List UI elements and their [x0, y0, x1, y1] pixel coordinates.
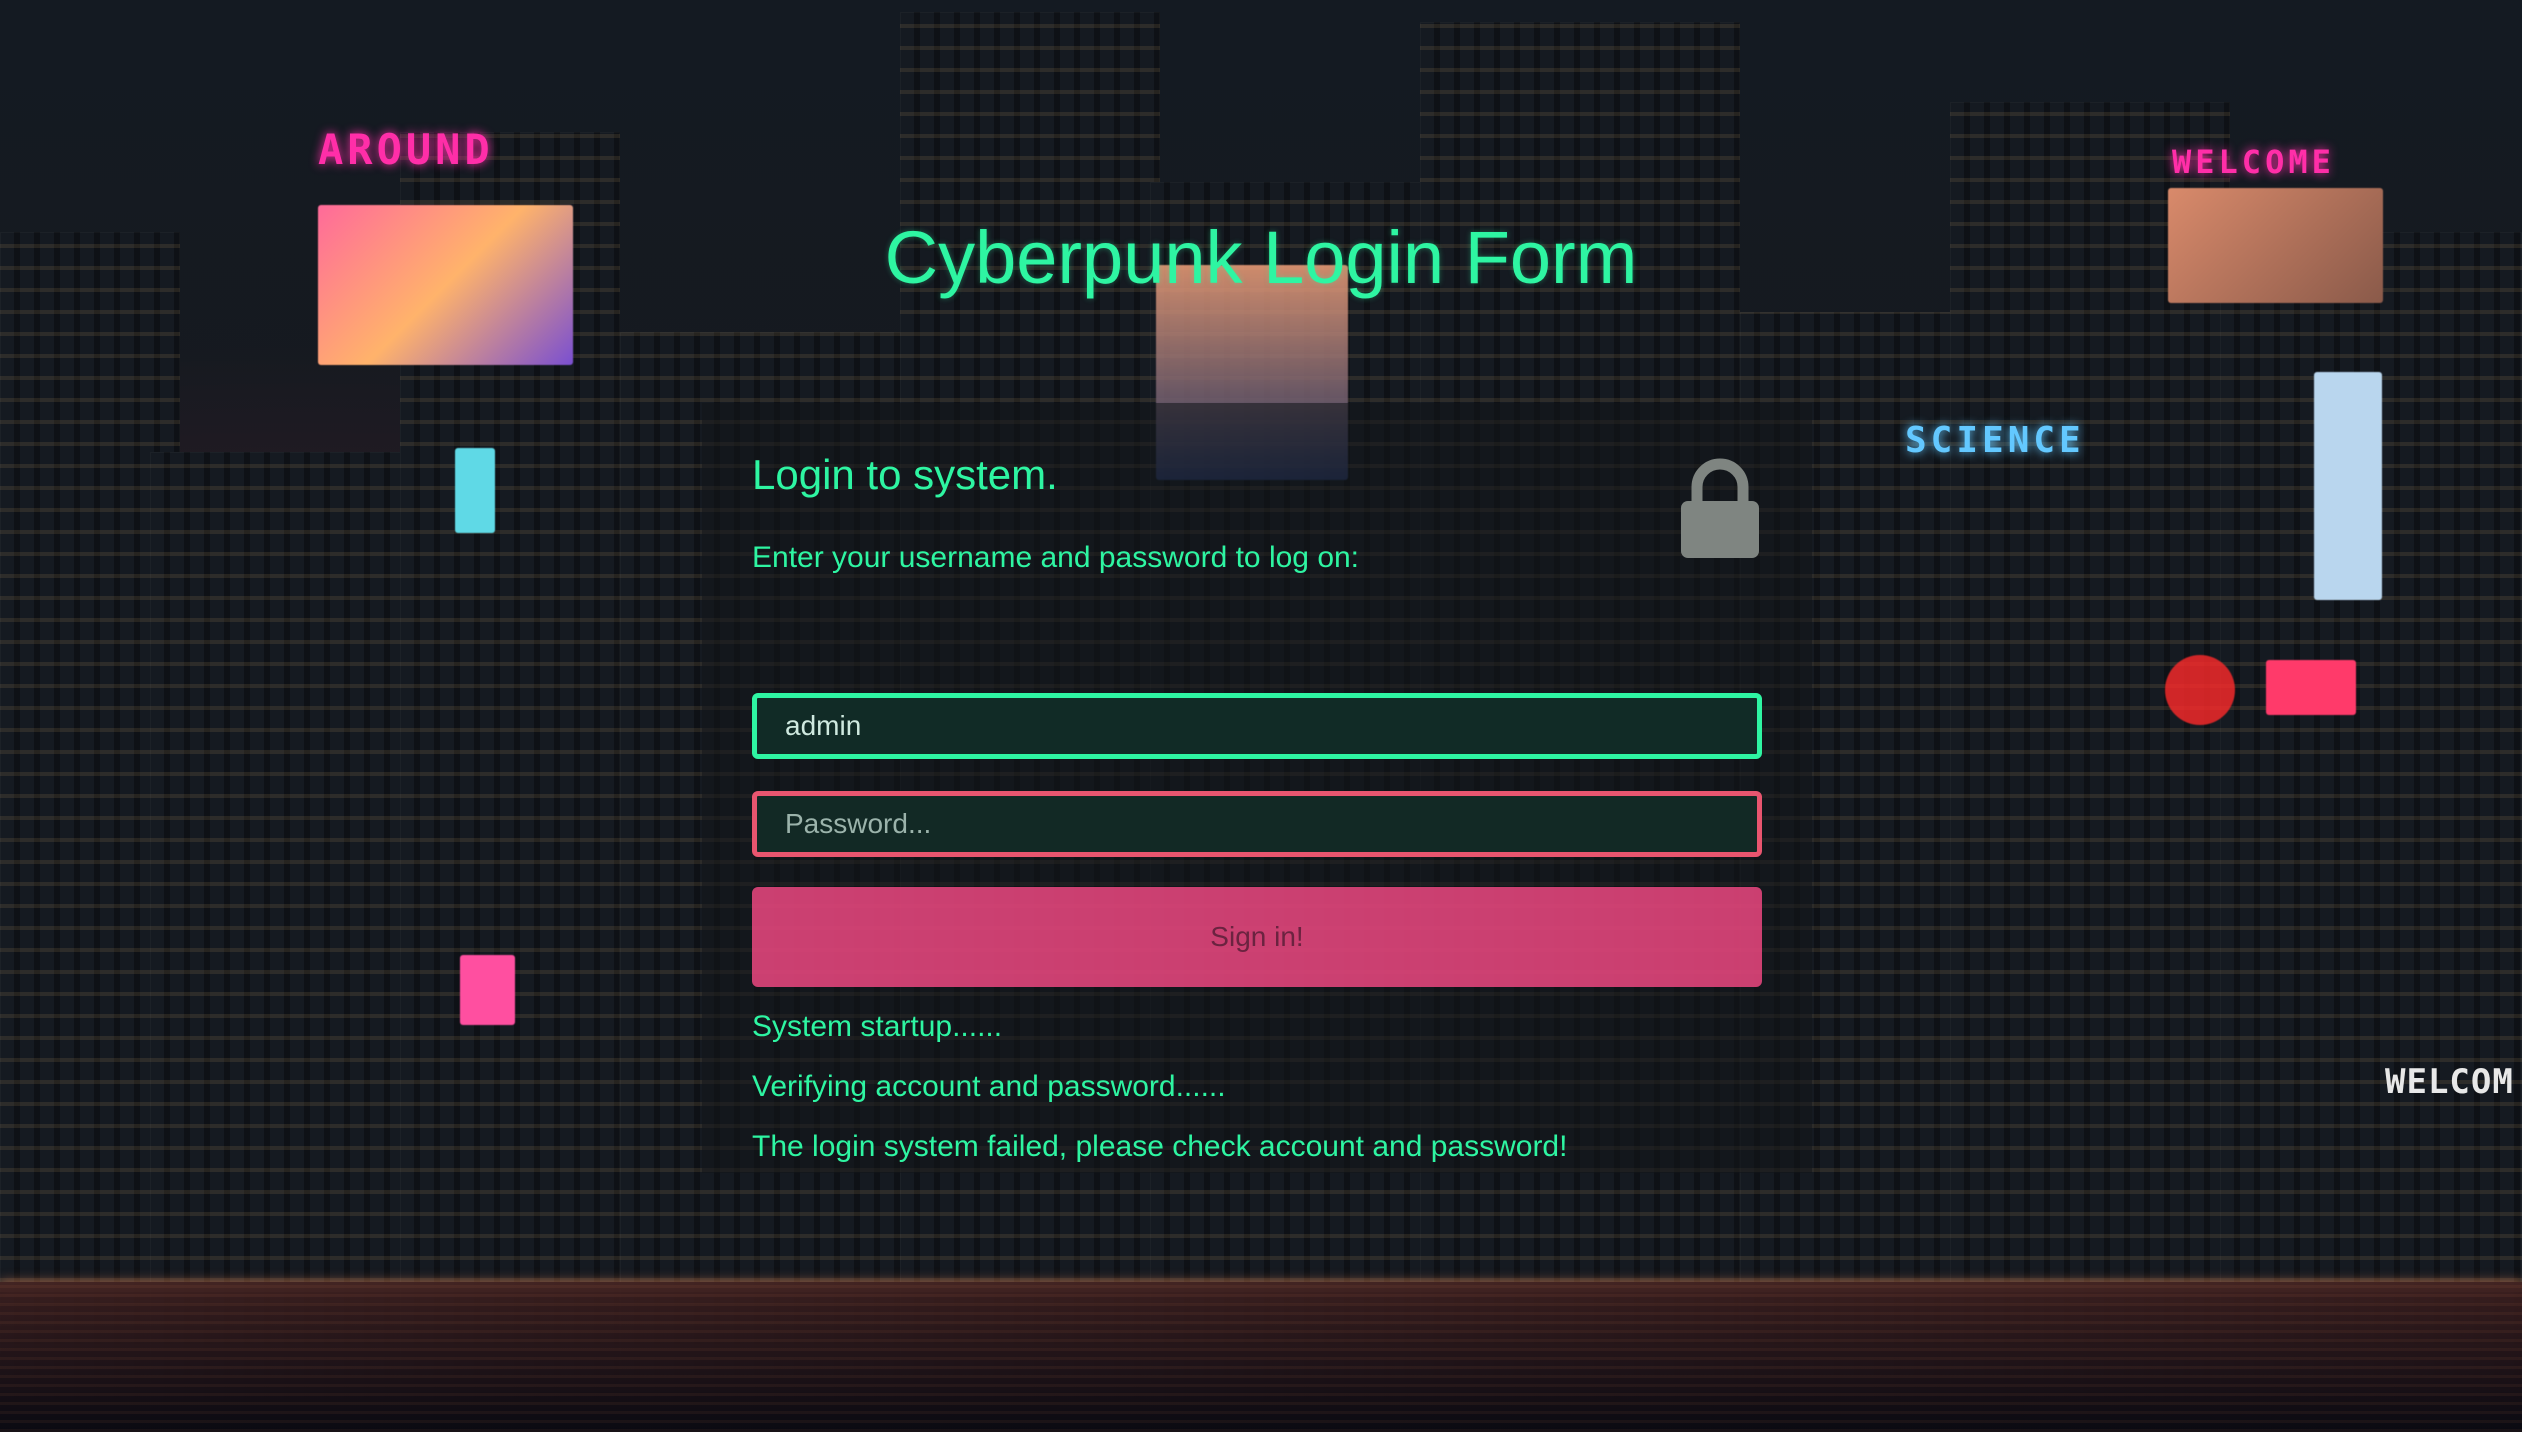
panel-title: Login to system.: [752, 451, 1058, 498]
status-log-line: The login system failed, please check ac…: [752, 1130, 1568, 1163]
billboard: [455, 448, 495, 533]
login-panel: Login to system. Enter your username and…: [702, 403, 1812, 1173]
harbor-water: [0, 1282, 2522, 1432]
billboard: [2165, 655, 2235, 725]
page-title: Cyberpunk Login Form: [884, 216, 1638, 299]
lock-icon: [1681, 458, 1759, 558]
panel-subtitle: Enter your username and password to log …: [752, 541, 1360, 574]
status-log-line: Verifying account and password......: [752, 1070, 1226, 1103]
username-field[interactable]: [752, 693, 1762, 759]
neon-sign-science: SCIENCE: [1905, 420, 2085, 461]
billboard: [2314, 372, 2382, 600]
neon-sign-welcome-right: WELCOM: [2385, 1062, 2514, 1102]
sign-in-button[interactable]: Sign in!: [752, 887, 1762, 987]
password-field[interactable]: [752, 791, 1762, 857]
neon-sign-welcome: WELCOME: [2172, 143, 2335, 181]
billboard: [2266, 660, 2356, 715]
status-log: System startup...... Verifying account a…: [752, 997, 1567, 1177]
billboard: [460, 955, 515, 1025]
neon-sign-around: AROUND: [318, 125, 494, 174]
status-log-line: System startup......: [752, 1010, 1003, 1043]
